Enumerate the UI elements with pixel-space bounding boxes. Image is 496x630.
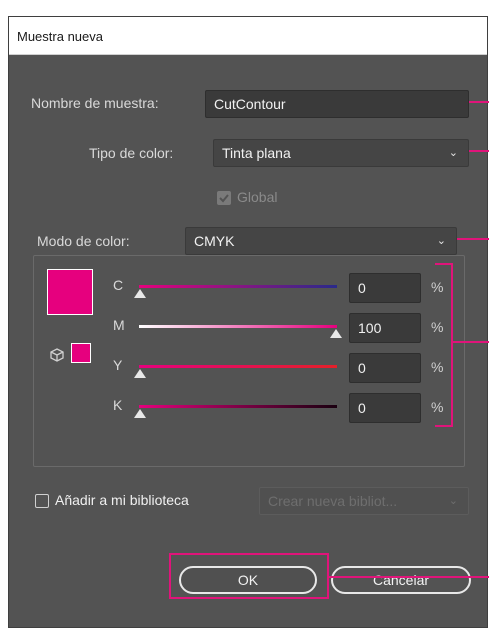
annotation-bracket-bottom (435, 425, 453, 427)
color-mode-value: CMYK (194, 233, 235, 249)
channel-k-unit: % (431, 399, 444, 415)
color-mode-dropdown[interactable]: CMYK ⌄ (185, 227, 457, 255)
annotation-ok-box-top (169, 553, 329, 555)
channel-m-label: M (113, 317, 125, 333)
channel-c-input[interactable]: 0 (349, 273, 421, 303)
annotation-name-line (469, 101, 489, 103)
global-label: Global (237, 189, 278, 205)
channel-c-thumb[interactable] (134, 289, 146, 298)
channel-y-label: Y (113, 357, 123, 373)
swatch-name-label: Nombre de muestra: (31, 95, 159, 111)
channel-m-thumb[interactable] (330, 329, 342, 338)
annotation-ok-line (327, 576, 489, 578)
dialog-title: Muestra nueva (9, 17, 487, 55)
color-mode-label: Modo de color: (33, 233, 134, 249)
channel-c-slider[interactable] (139, 285, 337, 288)
annotation-bracket-vertical (451, 263, 453, 427)
channel-m-input[interactable]: 100 (349, 313, 421, 343)
channel-k-input[interactable]: 0 (349, 393, 421, 423)
channel-k-slider[interactable] (139, 405, 337, 408)
channel-y-slider[interactable] (139, 365, 337, 368)
color-type-label: Tipo de color: (89, 145, 174, 161)
library-dropdown-value: Crear nueva bibliot... (268, 493, 398, 509)
color-type-dropdown[interactable]: Tinta plana ⌄ (213, 139, 469, 167)
channel-c-label: C (113, 277, 124, 293)
annotation-ok-box-bottom (169, 597, 329, 599)
channel-m-slider[interactable] (139, 325, 337, 328)
cancel-button[interactable]: Cancelar (331, 566, 471, 594)
ok-button[interactable]: OK (179, 566, 317, 594)
channel-k-label: K (113, 397, 123, 413)
annotation-ok-box-left (169, 553, 171, 599)
add-to-library-label: Añadir a mi biblioteca (55, 492, 189, 508)
annotation-mode-line (457, 238, 489, 240)
channel-k-thumb[interactable] (134, 409, 146, 418)
chevron-down-icon: ⌄ (448, 495, 458, 507)
chevron-down-icon: ⌄ (436, 235, 446, 247)
out-of-gamut-cube-icon[interactable] (49, 347, 65, 363)
color-preview-swatch (47, 269, 93, 315)
add-to-library-checkbox[interactable] (35, 494, 49, 508)
chevron-down-icon: ⌄ (448, 147, 458, 159)
annotation-bracket-line (453, 341, 489, 343)
channel-y-input[interactable]: 0 (349, 353, 421, 383)
swatch-name-input[interactable]: CutContour (205, 90, 469, 118)
library-dropdown[interactable]: Crear nueva bibliot... ⌄ (259, 487, 469, 515)
channel-m-unit: % (431, 319, 444, 335)
web-safe-swatch[interactable] (71, 343, 91, 363)
channel-y-unit: % (431, 359, 444, 375)
annotation-type-line (469, 150, 489, 152)
checkmark-icon (219, 194, 229, 203)
channel-c-unit: % (431, 279, 444, 295)
annotation-bracket-top (435, 263, 453, 265)
channel-y-thumb[interactable] (134, 369, 146, 378)
color-type-value: Tinta plana (222, 145, 291, 161)
new-swatch-dialog: Muestra nueva Nombre de muestra: CutCont… (8, 16, 489, 628)
global-checkbox[interactable] (217, 191, 231, 205)
